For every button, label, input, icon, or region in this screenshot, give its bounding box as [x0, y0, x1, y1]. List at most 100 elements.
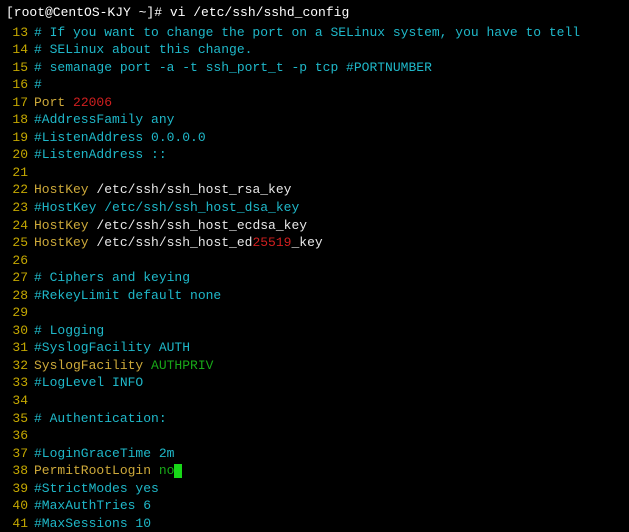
code-token: #ListenAddress 0.0.0.0	[34, 130, 206, 145]
code-token: no	[159, 463, 175, 478]
line-number: 27	[6, 269, 34, 287]
code-line[interactable]: 13# If you want to change the port on a …	[6, 24, 623, 42]
code-line[interactable]: 28#RekeyLimit default none	[6, 287, 623, 305]
code-token: #ListenAddress ::	[34, 147, 167, 162]
line-content[interactable]	[34, 164, 623, 182]
code-line[interactable]: 41#MaxSessions 10	[6, 515, 623, 532]
line-number: 32	[6, 357, 34, 375]
line-content[interactable]: #ListenAddress ::	[34, 146, 623, 164]
code-token: #LoginGraceTime 2m	[34, 446, 174, 461]
line-number: 41	[6, 515, 34, 532]
code-line[interactable]: 29	[6, 304, 623, 322]
code-line[interactable]: 25HostKey /etc/ssh/ssh_host_ed25519_key	[6, 234, 623, 252]
code-token: #HostKey /etc/ssh/ssh_host_dsa_key	[34, 200, 299, 215]
line-content[interactable]: HostKey /etc/ssh/ssh_host_ed25519_key	[34, 234, 623, 252]
line-content[interactable]: #HostKey /etc/ssh/ssh_host_dsa_key	[34, 199, 623, 217]
code-token: # If you want to change the port on a SE…	[34, 25, 580, 40]
line-content[interactable]	[34, 304, 623, 322]
code-token: #LogLevel INFO	[34, 375, 143, 390]
line-number: 28	[6, 287, 34, 305]
code-line[interactable]: 40#MaxAuthTries 6	[6, 497, 623, 515]
code-line[interactable]: 26	[6, 252, 623, 270]
code-line[interactable]: 36	[6, 427, 623, 445]
line-number: 39	[6, 480, 34, 498]
code-line[interactable]: 18#AddressFamily any	[6, 111, 623, 129]
line-number: 15	[6, 59, 34, 77]
code-token: # Authentication:	[34, 411, 167, 426]
code-token: /etc/ssh/ssh_host_ed	[96, 235, 252, 250]
code-line[interactable]: 35# Authentication:	[6, 410, 623, 428]
line-number: 31	[6, 339, 34, 357]
line-content[interactable]: #SyslogFacility AUTH	[34, 339, 623, 357]
code-token: #MaxSessions 10	[34, 516, 151, 531]
code-token: /etc/ssh/ssh_host_rsa_key	[96, 182, 291, 197]
code-line[interactable]: 17Port 22006	[6, 94, 623, 112]
line-number: 36	[6, 427, 34, 445]
line-content[interactable]: # Ciphers and keying	[34, 269, 623, 287]
line-content[interactable]: #	[34, 76, 623, 94]
line-content[interactable]: #AddressFamily any	[34, 111, 623, 129]
code-line[interactable]: 32SyslogFacility AUTHPRIV	[6, 357, 623, 375]
line-content[interactable]: SyslogFacility AUTHPRIV	[34, 357, 623, 375]
line-content[interactable]: #LoginGraceTime 2m	[34, 445, 623, 463]
code-line[interactable]: 39#StrictModes yes	[6, 480, 623, 498]
line-content[interactable]: HostKey /etc/ssh/ssh_host_rsa_key	[34, 181, 623, 199]
line-content[interactable]: HostKey /etc/ssh/ssh_host_ecdsa_key	[34, 217, 623, 235]
line-content[interactable]: #MaxAuthTries 6	[34, 497, 623, 515]
code-line[interactable]: 30# Logging	[6, 322, 623, 340]
line-content[interactable]	[34, 427, 623, 445]
code-line[interactable]: 16#	[6, 76, 623, 94]
code-token: Port	[34, 95, 73, 110]
line-content[interactable]: #LogLevel INFO	[34, 374, 623, 392]
line-number: 18	[6, 111, 34, 129]
line-content[interactable]: # semanage port -a -t ssh_port_t -p tcp …	[34, 59, 623, 77]
code-line[interactable]: 22HostKey /etc/ssh/ssh_host_rsa_key	[6, 181, 623, 199]
text-cursor	[174, 464, 182, 478]
line-content[interactable]: # SELinux about this change.	[34, 41, 623, 59]
line-number: 40	[6, 497, 34, 515]
code-token: /etc/ssh/ssh_host_ecdsa_key	[96, 218, 307, 233]
line-number: 30	[6, 322, 34, 340]
line-content[interactable]: # Logging	[34, 322, 623, 340]
code-line[interactable]: 19#ListenAddress 0.0.0.0	[6, 129, 623, 147]
code-token: PermitRootLogin	[34, 463, 159, 478]
editor-viewport[interactable]: 13# If you want to change the port on a …	[6, 24, 623, 532]
line-number: 29	[6, 304, 34, 322]
line-content[interactable]: #RekeyLimit default none	[34, 287, 623, 305]
code-token: AUTHPRIV	[151, 358, 213, 373]
line-number: 34	[6, 392, 34, 410]
line-content[interactable]: #ListenAddress 0.0.0.0	[34, 129, 623, 147]
line-content[interactable]: Port 22006	[34, 94, 623, 112]
line-number: 23	[6, 199, 34, 217]
code-line[interactable]: 33#LogLevel INFO	[6, 374, 623, 392]
line-content[interactable]: #MaxSessions 10	[34, 515, 623, 532]
code-token: _key	[291, 235, 322, 250]
line-number: 35	[6, 410, 34, 428]
code-line[interactable]: 24HostKey /etc/ssh/ssh_host_ecdsa_key	[6, 217, 623, 235]
code-token: #StrictModes yes	[34, 481, 159, 496]
code-token: HostKey	[34, 182, 96, 197]
code-line[interactable]: 38PermitRootLogin no	[6, 462, 623, 480]
code-line[interactable]: 31#SyslogFacility AUTH	[6, 339, 623, 357]
line-content[interactable]: PermitRootLogin no	[34, 462, 623, 480]
line-number: 13	[6, 24, 34, 42]
line-content[interactable]	[34, 252, 623, 270]
code-token: #SyslogFacility AUTH	[34, 340, 190, 355]
code-line[interactable]: 21	[6, 164, 623, 182]
line-number: 33	[6, 374, 34, 392]
code-line[interactable]: 34	[6, 392, 623, 410]
code-line[interactable]: 37#LoginGraceTime 2m	[6, 445, 623, 463]
line-number: 19	[6, 129, 34, 147]
code-token: # semanage port -a -t ssh_port_t -p tcp …	[34, 60, 432, 75]
code-line[interactable]: 20#ListenAddress ::	[6, 146, 623, 164]
line-content[interactable]: # If you want to change the port on a SE…	[34, 24, 623, 42]
line-number: 37	[6, 445, 34, 463]
code-line[interactable]: 14# SELinux about this change.	[6, 41, 623, 59]
line-content[interactable]: # Authentication:	[34, 410, 623, 428]
code-line[interactable]: 15# semanage port -a -t ssh_port_t -p tc…	[6, 59, 623, 77]
code-line[interactable]: 27# Ciphers and keying	[6, 269, 623, 287]
line-content[interactable]	[34, 392, 623, 410]
prompt-text: [root@CentOS-KJY ~]# vi /etc/ssh/sshd_co…	[6, 5, 349, 20]
code-line[interactable]: 23#HostKey /etc/ssh/ssh_host_dsa_key	[6, 199, 623, 217]
line-content[interactable]: #StrictModes yes	[34, 480, 623, 498]
